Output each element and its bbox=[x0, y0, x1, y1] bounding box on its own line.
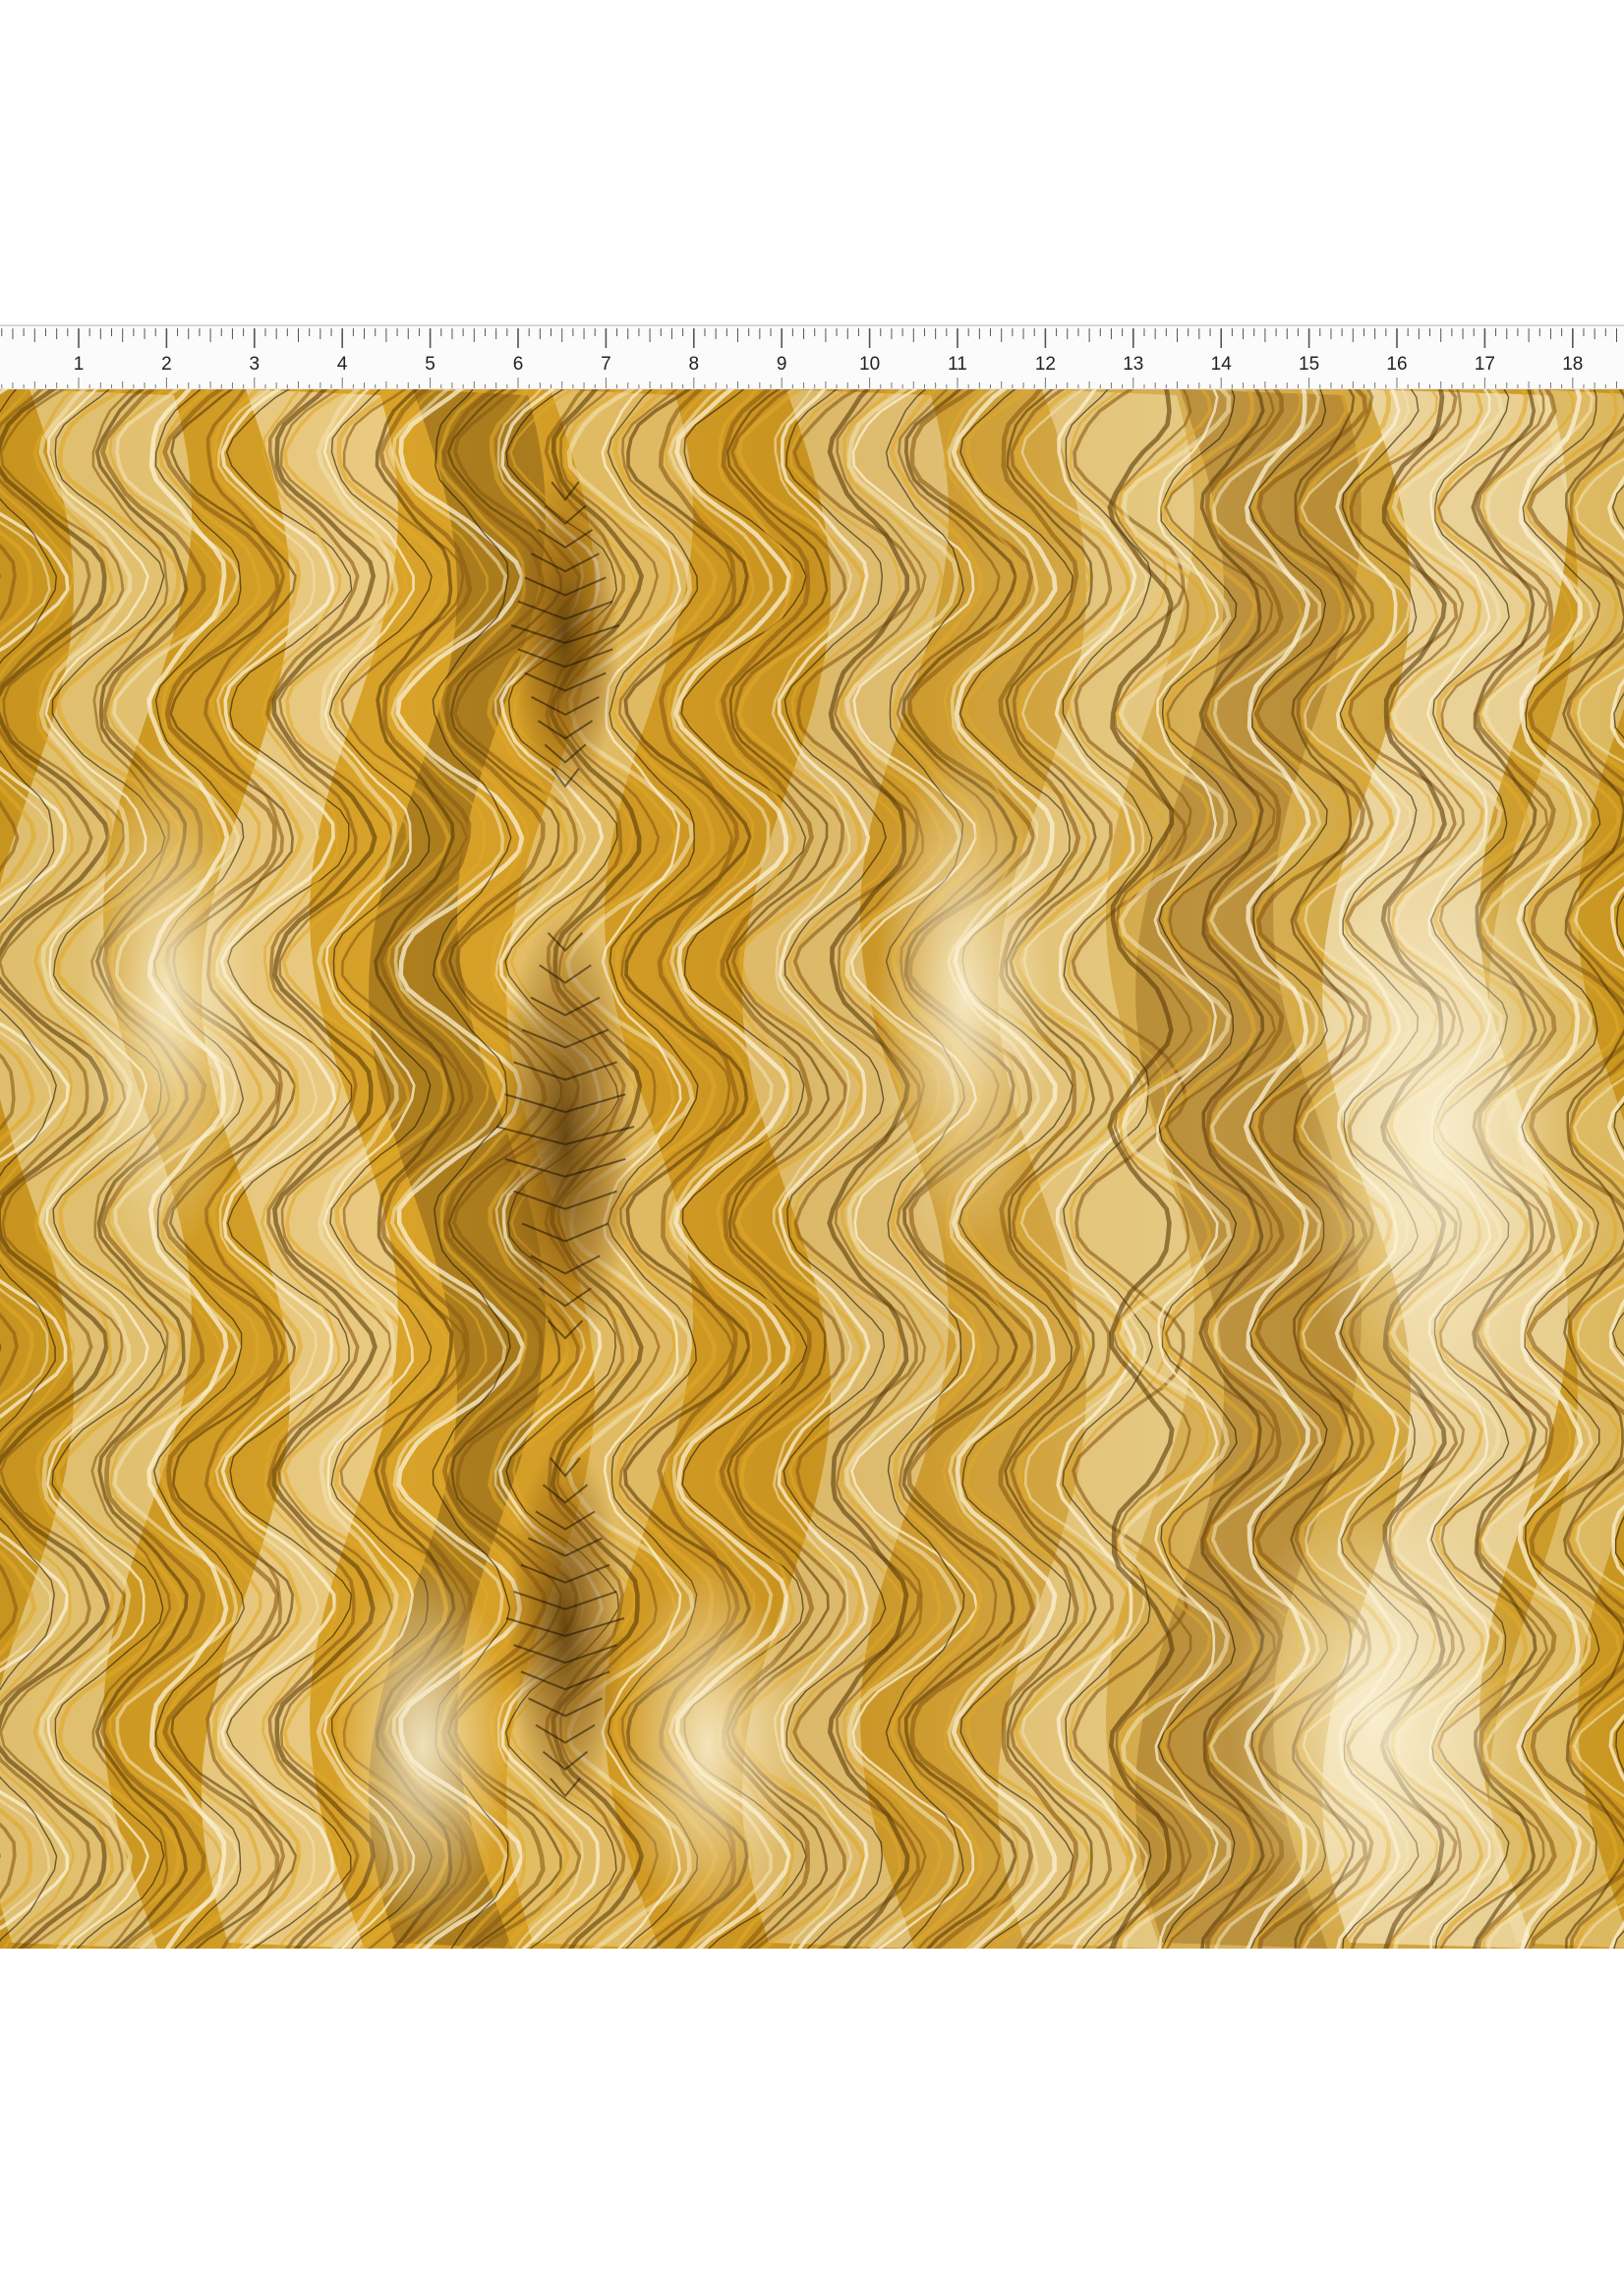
ruler-label: 6 bbox=[513, 354, 524, 375]
ruler-label: 9 bbox=[777, 354, 787, 375]
fabric-swatch bbox=[0, 389, 1624, 1949]
light-patch bbox=[334, 1559, 511, 1933]
light-patch bbox=[619, 1559, 796, 1933]
light-patch bbox=[1298, 822, 1573, 1451]
ruler-label: 15 bbox=[1299, 354, 1319, 375]
ruler-label: 18 bbox=[1562, 354, 1583, 375]
center-motif bbox=[506, 1441, 624, 1815]
ruler-label: 16 bbox=[1386, 354, 1407, 375]
marbled-fabric-image bbox=[0, 389, 1624, 1949]
ruler-label: 8 bbox=[689, 354, 700, 375]
ruler-label: 10 bbox=[859, 354, 880, 375]
ruler-label: 3 bbox=[250, 354, 261, 375]
light-patch bbox=[79, 743, 256, 1254]
ruler-label: 13 bbox=[1123, 354, 1143, 375]
ruler-label: 5 bbox=[425, 354, 435, 375]
ruler-label: 17 bbox=[1475, 354, 1495, 375]
light-patch bbox=[1229, 1490, 1524, 1943]
ruler-label: 11 bbox=[948, 354, 967, 375]
page: 1 2 3 4 5 6 7 8 9 10 11 12 13 14 15 16 17 18 bbox=[0, 0, 1624, 2274]
center-motif bbox=[511, 468, 619, 802]
ruler-label: 4 bbox=[337, 354, 348, 375]
light-patch bbox=[875, 743, 1052, 1254]
ruler-graphic: 1 2 3 4 5 6 7 8 9 10 11 12 13 14 15 16 17 18 bbox=[1, 328, 1617, 388]
ruler-label: 7 bbox=[601, 354, 611, 375]
center-motif bbox=[496, 910, 634, 1363]
ruler-label: 1 bbox=[74, 354, 85, 375]
ruler-label: 2 bbox=[161, 354, 172, 375]
inch-ruler: 1 2 3 4 5 6 7 8 9 10 11 12 13 14 15 16 17 18 bbox=[0, 324, 1624, 389]
ruler-label: 14 bbox=[1211, 354, 1233, 375]
ruler-label: 12 bbox=[1035, 354, 1056, 375]
